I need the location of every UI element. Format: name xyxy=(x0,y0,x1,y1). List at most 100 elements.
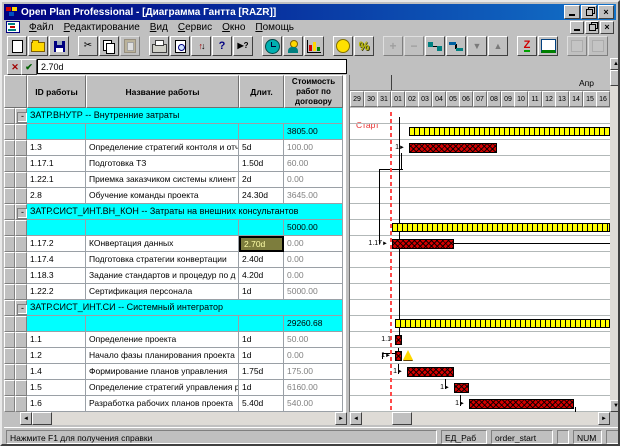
cell-duration[interactable]: 5d xyxy=(239,140,284,156)
cell-id[interactable]: 1.17.4 xyxy=(27,252,86,268)
cell-name[interactable] xyxy=(86,124,239,140)
cell-duration[interactable]: 1d xyxy=(239,380,284,396)
gantt-bar-summary[interactable] xyxy=(395,319,610,328)
group-row-label[interactable]: ЗАТР.СИСТ_ИНТ.ВН_КОН -- Затраты на внешн… xyxy=(27,204,343,220)
menu-item-view[interactable]: Вид xyxy=(145,21,173,34)
move-down-button[interactable]: ▼ xyxy=(467,36,487,56)
row-selector[interactable] xyxy=(4,188,15,204)
vertical-scrollbar[interactable]: ▲ ▼ xyxy=(610,58,620,412)
document-icon[interactable] xyxy=(6,21,20,33)
cell-name[interactable]: Подготовка стратегии конвертации xyxy=(86,252,239,268)
bar-link-button[interactable] xyxy=(446,36,466,56)
cell-id[interactable]: 1.22.1 xyxy=(27,172,86,188)
paste-button[interactable] xyxy=(120,36,140,56)
cell-id[interactable]: 1.4 xyxy=(27,364,86,380)
cell-duration[interactable] xyxy=(239,316,284,332)
row-selector[interactable] xyxy=(15,332,27,348)
cell-cost[interactable]: 5000.00 xyxy=(284,284,343,300)
cell-id[interactable]: 1.18.3 xyxy=(27,268,86,284)
row-selector[interactable] xyxy=(4,380,15,396)
time-clock-button[interactable] xyxy=(262,36,282,56)
help-button[interactable]: ? xyxy=(212,36,232,56)
child-minimize-button[interactable] xyxy=(570,21,584,34)
row-selector[interactable] xyxy=(15,364,27,380)
cell-duration[interactable]: 5.40d xyxy=(239,396,284,412)
save-button[interactable] xyxy=(49,36,69,56)
row-selector[interactable] xyxy=(4,220,15,236)
histogram-button[interactable] xyxy=(304,36,324,56)
cell-name[interactable]: Начало фазы планирования проекта xyxy=(86,348,239,364)
menu-item-help[interactable]: Помощь xyxy=(250,21,299,34)
summary-cost[interactable]: 5000.00 xyxy=(284,220,343,236)
scroll-left-button[interactable]: ◄ xyxy=(20,412,32,425)
cell-name[interactable] xyxy=(86,316,239,332)
cell-id[interactable] xyxy=(27,220,86,236)
row-selector[interactable] xyxy=(15,252,27,268)
row-selector[interactable] xyxy=(4,140,15,156)
cell-duration[interactable] xyxy=(239,124,284,140)
menu-item-tools[interactable]: Сервис xyxy=(173,21,217,34)
gantt-horizontal-scrollbar[interactable]: ◄ ► xyxy=(350,412,610,425)
cell-name[interactable]: Задание стандартов и процедур по д xyxy=(86,268,239,284)
pan-locked-button[interactable] xyxy=(588,36,608,56)
cell-cost[interactable]: 0.00 xyxy=(284,172,343,188)
zoom-locked-button[interactable] xyxy=(567,36,587,56)
row-selector[interactable] xyxy=(4,332,15,348)
cell-cost[interactable]: 3645.00 xyxy=(284,188,343,204)
cell-id[interactable] xyxy=(27,124,86,140)
cell-name[interactable] xyxy=(86,220,239,236)
app-icon[interactable] xyxy=(6,7,18,17)
cell-duration[interactable]: 1.75d xyxy=(239,364,284,380)
cell-id[interactable]: 1.1 xyxy=(27,332,86,348)
copy-button[interactable] xyxy=(99,36,119,56)
row-selector[interactable] xyxy=(15,156,27,172)
cell-cost[interactable]: 100.00 xyxy=(284,140,343,156)
col-header-name[interactable]: Название работы xyxy=(86,75,239,108)
cell-id[interactable]: 1.17.1 xyxy=(27,156,86,172)
scroll-right-button[interactable]: ► xyxy=(598,412,610,425)
cell-duration[interactable]: 2.40d xyxy=(239,252,284,268)
gantt-bar-task[interactable] xyxy=(469,399,574,409)
scroll-down-button[interactable]: ▼ xyxy=(610,400,620,412)
cell-cost[interactable]: 0.00 xyxy=(284,252,343,268)
cell-duration[interactable]: 1d xyxy=(239,284,284,300)
accept-edit-button[interactable]: ✔ xyxy=(21,59,37,75)
row-selector[interactable] xyxy=(15,236,27,252)
remove-button[interactable]: − xyxy=(404,36,424,56)
sort-updown-button[interactable]: ↑↓ xyxy=(191,36,211,56)
cell-name[interactable]: Сертификация персонала xyxy=(86,284,239,300)
cell-cost[interactable]: 6160.00 xyxy=(284,380,343,396)
table-scroll-thumb[interactable] xyxy=(32,412,52,425)
cost-coin-button[interactable] xyxy=(333,36,353,56)
group-row-label[interactable]: ЗАТР.СИСТ_ИНТ.СИ -- Системный интегратор xyxy=(27,300,343,316)
print-preview-button[interactable] xyxy=(170,36,190,56)
cell-name[interactable]: Определение стратегий контоля и отч xyxy=(86,140,239,156)
menu-item-file[interactable]: Файл xyxy=(24,21,59,34)
child-close-button[interactable]: × xyxy=(600,21,614,34)
views-screen-button[interactable] xyxy=(538,36,558,56)
cell-cost[interactable]: 0.00 xyxy=(284,348,343,364)
row-selector[interactable] xyxy=(4,316,15,332)
cell-cost[interactable]: 0.00 xyxy=(284,268,343,284)
cell-cost[interactable]: 60.00 xyxy=(284,156,343,172)
row-selector[interactable] xyxy=(15,316,27,332)
gantt-bar-task[interactable] xyxy=(395,335,402,345)
resources-button[interactable] xyxy=(283,36,303,56)
row-selector[interactable] xyxy=(4,124,15,140)
gantt-bar-summary[interactable] xyxy=(392,223,610,232)
menu-item-edit[interactable]: Редактирование xyxy=(59,21,145,34)
cell-name[interactable]: Приемка заказчиком системы клиент xyxy=(86,172,239,188)
cell-duration[interactable]: 24.30d xyxy=(239,188,284,204)
close-button[interactable]: × xyxy=(598,5,614,19)
group-row-label[interactable]: ЗАТР.ВНУТР -- Внутренние затраты xyxy=(27,108,343,124)
row-selector[interactable] xyxy=(15,284,27,300)
selected-duration-cell[interactable]: 2.70d xyxy=(239,236,284,252)
cell-name[interactable]: Формирование планов управления xyxy=(86,364,239,380)
cell-duration[interactable] xyxy=(239,220,284,236)
col-header-duration[interactable]: Длит. xyxy=(239,75,284,108)
gantt-bar-task[interactable] xyxy=(407,367,454,377)
row-selector[interactable] xyxy=(15,188,27,204)
cut-button[interactable]: ✂ xyxy=(78,36,98,56)
cell-id[interactable]: 1.6 xyxy=(27,396,86,412)
cell-cost[interactable]: 175.00 xyxy=(284,364,343,380)
